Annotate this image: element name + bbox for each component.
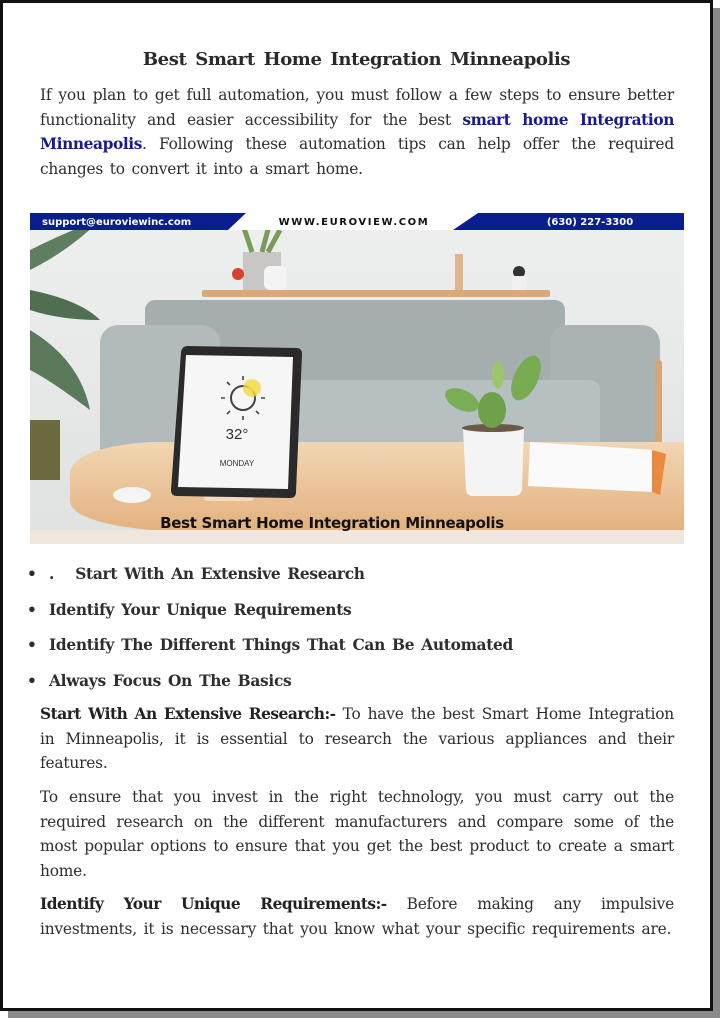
document-page: Best Smart Home Integration Minneapolis … <box>0 0 713 1011</box>
list-item-text: Always Focus On The Basics <box>49 671 292 690</box>
shelf-fruit <box>232 268 244 280</box>
bullet-marker: • <box>27 600 37 619</box>
section-research-detail: To ensure that you invest in the right t… <box>40 785 674 883</box>
list-item-text: Identify Your Unique Requirements <box>49 600 352 619</box>
list-item: • Identify The Different Things That Can … <box>27 631 513 667</box>
plant-pot <box>30 420 60 480</box>
sofa-leg <box>655 360 662 450</box>
tablet: 32° MONDAY <box>171 346 302 498</box>
sun-highlight <box>243 379 261 397</box>
banner-email: support@euroviewinc.com <box>42 217 191 228</box>
hero-caption: Best Smart Home Integration Minneapolis <box>160 514 504 532</box>
bullet-marker: • <box>27 671 37 690</box>
list-item: • . Start With An Extensive Research <box>27 560 513 596</box>
tablet-temperature: 32° <box>226 426 249 443</box>
cactus <box>478 392 506 428</box>
wall-shelf <box>202 290 550 297</box>
contact-banner: support@euroviewinc.com WWW.EUROVIEW.COM… <box>30 210 684 230</box>
section-body: To ensure that you invest in the right t… <box>40 788 674 880</box>
cactus-pot <box>463 428 524 496</box>
banner-website: WWW.EUROVIEW.COM <box>279 217 430 228</box>
tablet-day: MONDAY <box>220 459 255 468</box>
list-item: • Identify Your Unique Requirements <box>27 596 513 632</box>
section-heading: Start With An Extensive Research:- <box>40 705 336 723</box>
banner-phone: (630) 227-3300 <box>547 217 633 228</box>
hero-image: 32° MONDAY Best Smart Home Integration M… <box>30 210 684 544</box>
list-item-text: . Start With An Extensive Research <box>49 565 365 583</box>
list-item-text: Identify The Different Things That Can B… <box>49 636 513 654</box>
section-requirements: Identify Your Unique Requirements:- Befo… <box>40 892 674 941</box>
books <box>528 442 655 492</box>
tips-list: • . Start With An Extensive Research • Ide… <box>27 560 513 702</box>
hand-figure <box>455 254 463 290</box>
bullet-marker: • <box>27 565 37 583</box>
intro-paragraph: If you plan to get full automation, you … <box>40 83 674 181</box>
page-title: Best Smart Home Integration Minneapolis <box>142 49 571 70</box>
floor <box>30 530 684 544</box>
smart-sensor <box>113 487 151 503</box>
camera-base <box>512 276 526 290</box>
bullet-marker: • <box>27 636 37 654</box>
list-item: • Always Focus On The Basics <box>27 667 513 703</box>
section-research: Start With An Extensive Research:- To ha… <box>40 702 674 776</box>
shelf-bottle <box>264 266 286 290</box>
section-heading: Identify Your Unique Requirements:- <box>40 895 387 913</box>
